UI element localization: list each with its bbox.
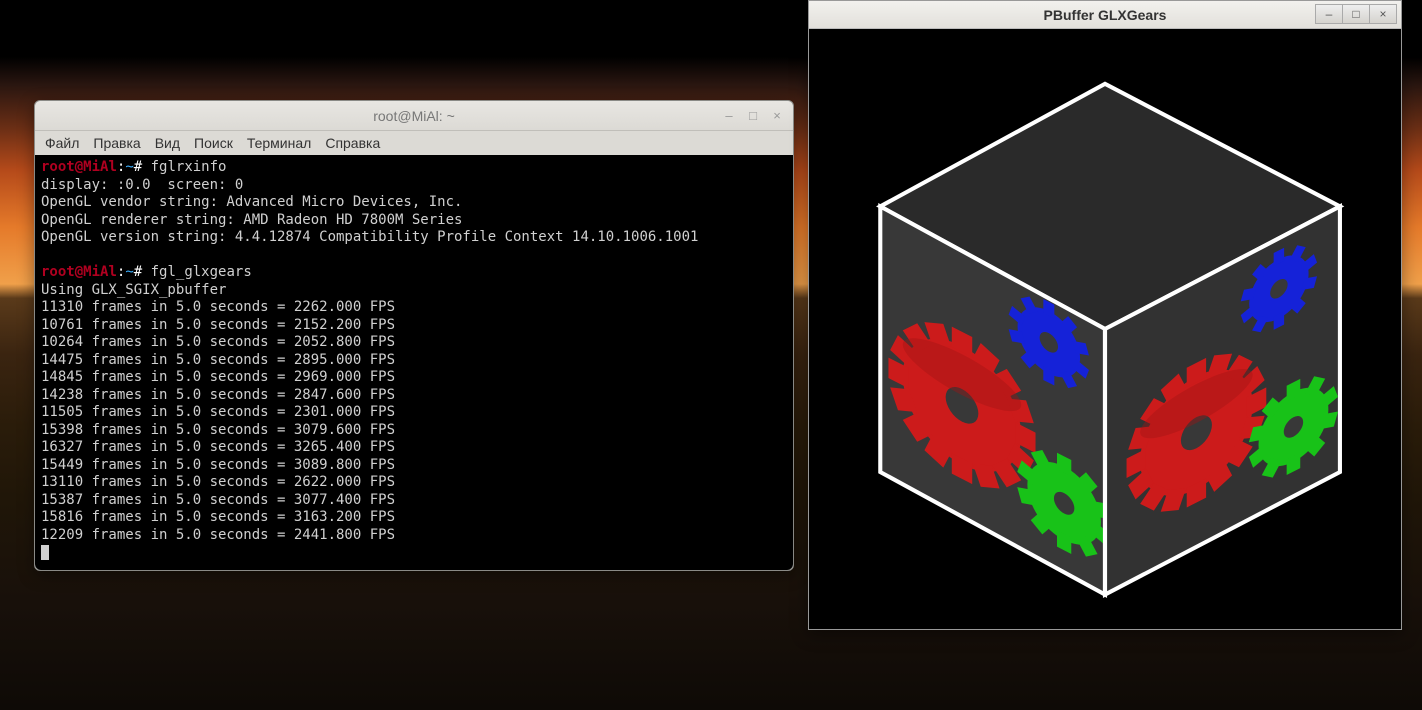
terminal-output[interactable]: root@MiAl:~# fglrxinfo display: :0.0 scr… [35, 155, 793, 570]
maximize-button[interactable]: □ [1342, 4, 1370, 24]
glxgears-viewport [809, 29, 1401, 629]
close-button[interactable]: × [767, 105, 787, 125]
menu-search[interactable]: Поиск [194, 135, 233, 151]
glxgears-title: PBuffer GLXGears [1044, 7, 1167, 23]
menu-edit[interactable]: Правка [93, 135, 140, 151]
menu-view[interactable]: Вид [155, 135, 180, 151]
maximize-button[interactable]: □ [743, 105, 763, 125]
close-button[interactable]: × [1369, 4, 1397, 24]
menu-file[interactable]: Файл [45, 135, 79, 151]
terminal-window-controls: – □ × [719, 105, 787, 125]
terminal-title: root@MiAl: ~ [373, 108, 455, 124]
glxgears-titlebar[interactable]: PBuffer GLXGears – □ × [809, 1, 1401, 29]
menu-terminal[interactable]: Терминал [247, 135, 311, 151]
minimize-button[interactable]: – [1315, 4, 1343, 24]
terminal-titlebar[interactable]: root@MiAl: ~ – □ × [35, 101, 793, 131]
minimize-button[interactable]: – [719, 105, 739, 125]
glxgears-window-controls: – □ × [1316, 4, 1397, 24]
glxgears-cube [819, 39, 1391, 619]
glxgears-window: PBuffer GLXGears – □ × [808, 0, 1402, 630]
menu-help[interactable]: Справка [325, 135, 380, 151]
terminal-window: root@MiAl: ~ – □ × Файл Правка Вид Поиск… [34, 100, 794, 571]
terminal-menubar: Файл Правка Вид Поиск Терминал Справка [35, 131, 793, 155]
